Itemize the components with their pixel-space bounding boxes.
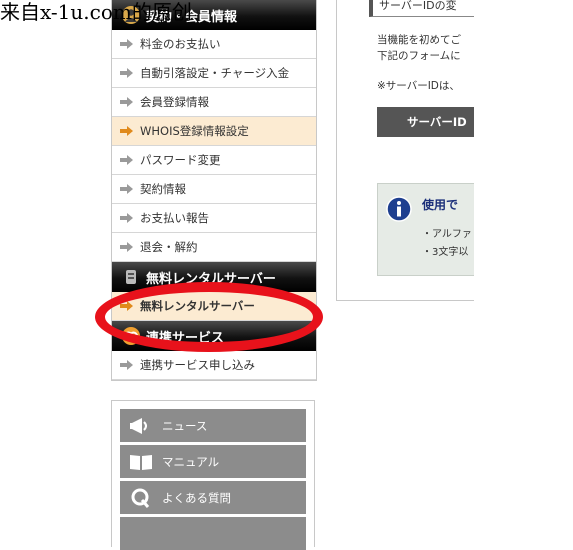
news-link-button[interactable]: ニュース bbox=[120, 409, 306, 442]
news-link-label: ニュース bbox=[162, 418, 208, 433]
section-header-linked-label: 連携サービス bbox=[146, 330, 225, 346]
arrow-right-icon bbox=[120, 126, 134, 136]
sidebar: 契約・会員情報 料金のお支払い 自動引落設定・チャージ入金 会員登録情報 WHO… bbox=[111, 0, 317, 381]
book-icon bbox=[128, 451, 154, 473]
sidebar-item-contract[interactable]: 契約情報 bbox=[112, 175, 316, 204]
sidebar-item-password[interactable]: パスワード変更 bbox=[112, 146, 316, 175]
more-link-button[interactable] bbox=[120, 517, 306, 550]
sidebar-item-whois[interactable]: WHOIS登録情報設定 bbox=[112, 117, 316, 146]
intro-text-line-2: 下記のフォームに bbox=[377, 50, 461, 62]
sidebar-item-label: 自動引落設定・チャージ入金 bbox=[140, 66, 290, 80]
sidebar-item-label: 料金のお支払い bbox=[140, 37, 221, 51]
sidebar-item-payment-report[interactable]: お支払い報告 bbox=[112, 204, 316, 233]
arrow-right-icon bbox=[120, 97, 134, 107]
sidebar-item-member-info[interactable]: 会員登録情報 bbox=[112, 88, 316, 117]
intro-text-line-1: 当機能を初めてご bbox=[377, 34, 461, 46]
info-title: 使用で bbox=[422, 198, 459, 212]
server-id-button[interactable]: サーバーID bbox=[377, 107, 474, 137]
content-title: サーバーIDの変 bbox=[369, 0, 474, 17]
section-header-rental: 無料レンタルサーバー bbox=[112, 262, 316, 292]
sidebar-item-label: お支払い報告 bbox=[140, 211, 209, 225]
info-bullet-2: ・3文字以 bbox=[422, 247, 469, 258]
note-text: ※サーバーIDは、 bbox=[377, 80, 460, 92]
sidebar-item-label: 連携サービス申し込み bbox=[140, 358, 255, 372]
sidebar-item-label: WHOIS登録情報設定 bbox=[140, 124, 249, 138]
info-bullet-1: ・アルファ bbox=[422, 229, 472, 240]
faq-link-button[interactable]: よくある質問 bbox=[120, 481, 306, 514]
sidebar-item-label: 契約情報 bbox=[140, 182, 186, 196]
arrow-right-icon bbox=[120, 155, 134, 165]
section-header-linked: 連携サービス bbox=[112, 321, 316, 351]
sidebar-item-payment[interactable]: 料金のお支払い bbox=[112, 30, 316, 59]
arrow-right-icon bbox=[120, 360, 134, 370]
manual-link-button[interactable]: マニュアル bbox=[120, 445, 306, 478]
sidebar-item-label: 無料レンタルサーバー bbox=[140, 299, 255, 313]
usage-info-box: 使用で ・アルファ ・3文字以 bbox=[377, 183, 474, 276]
arrow-right-icon bbox=[120, 213, 134, 223]
faq-link-label: よくある質問 bbox=[162, 490, 231, 505]
watermark-text: 来自x-1u.com的原创 bbox=[0, 0, 192, 24]
link-service-icon bbox=[122, 327, 140, 345]
arrow-right-icon bbox=[120, 301, 134, 311]
help-links-box: ニュース マニュアル よくある質問 bbox=[111, 400, 315, 550]
sidebar-item-label: パスワード変更 bbox=[140, 153, 221, 167]
arrow-right-icon bbox=[120, 242, 134, 252]
sidebar-item-free-rental-server[interactable]: 無料レンタルサーバー bbox=[112, 292, 316, 321]
sidebar-item-cancel[interactable]: 退会・解約 bbox=[112, 233, 316, 262]
section-header-rental-label: 無料レンタルサーバー bbox=[146, 271, 276, 287]
sidebar-item-label: 退会・解約 bbox=[140, 240, 198, 254]
sidebar-item-auto-debit[interactable]: 自動引落設定・チャージ入金 bbox=[112, 59, 316, 88]
server-icon bbox=[122, 268, 140, 286]
arrow-right-icon bbox=[120, 68, 134, 78]
sidebar-item-label: 会員登録情報 bbox=[140, 95, 209, 109]
sidebar-item-linked-service-apply[interactable]: 連携サービス申し込み bbox=[112, 351, 316, 380]
arrow-right-icon bbox=[120, 184, 134, 194]
main-content-panel: サーバーIDの変 当機能を初めてご 下記のフォームに ※サーバーIDは、 サーバ… bbox=[336, 0, 474, 301]
faq-q-icon bbox=[128, 487, 154, 509]
manual-link-label: マニュアル bbox=[162, 454, 220, 469]
arrow-right-icon bbox=[120, 39, 134, 49]
info-icon bbox=[386, 196, 412, 222]
megaphone-icon bbox=[128, 415, 154, 437]
